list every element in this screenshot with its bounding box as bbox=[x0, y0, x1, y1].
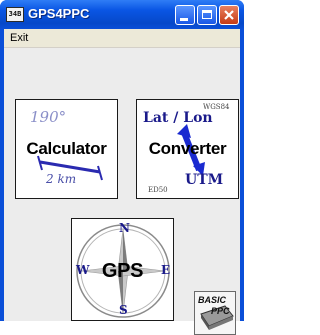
main-content: 190° 2 km Calculator WGS84 Lat / Lon UTM… bbox=[4, 48, 240, 335]
gps-label: GPS bbox=[101, 260, 144, 282]
window-title: GPS4PPC bbox=[28, 6, 90, 21]
app-window: 34B GPS4PPC Exit 190° 2 km Calculator WG… bbox=[0, 0, 244, 335]
converter-label: Converter bbox=[148, 139, 227, 158]
client-area: Exit 190° 2 km Calculator WGS84 Lat / Lo… bbox=[4, 29, 240, 335]
calculator-label: Calculator bbox=[26, 139, 107, 158]
basic-ppc-button[interactable]: BASIC PPC bbox=[194, 291, 236, 335]
gps-button[interactable]: N S W E GPS bbox=[71, 218, 174, 321]
compass-south-label: S bbox=[119, 303, 128, 317]
utm-text: UTM bbox=[185, 172, 224, 188]
minimize-icon bbox=[180, 18, 188, 21]
calculator-button[interactable]: 190° 2 km Calculator bbox=[15, 99, 118, 199]
ppc-logo-text: PPC bbox=[211, 306, 230, 316]
basic-logo-text: BASIC bbox=[198, 295, 227, 305]
converter-button[interactable]: WGS84 Lat / Lon UTM ED50 Converter bbox=[136, 99, 239, 199]
minimize-button[interactable] bbox=[175, 5, 195, 25]
menu-item-exit[interactable]: Exit bbox=[10, 32, 28, 44]
distance-text: 2 km bbox=[46, 172, 77, 186]
app-icon[interactable]: 34B bbox=[6, 7, 24, 22]
title-bar[interactable]: 34B GPS4PPC bbox=[0, 0, 244, 29]
close-button[interactable] bbox=[219, 5, 239, 25]
maximize-icon bbox=[202, 10, 212, 19]
compass-north-label: N bbox=[119, 221, 130, 235]
ed50-text: ED50 bbox=[148, 186, 168, 194]
close-icon bbox=[224, 10, 234, 20]
maximize-button[interactable] bbox=[197, 5, 217, 25]
menu-bar: Exit bbox=[4, 29, 240, 48]
